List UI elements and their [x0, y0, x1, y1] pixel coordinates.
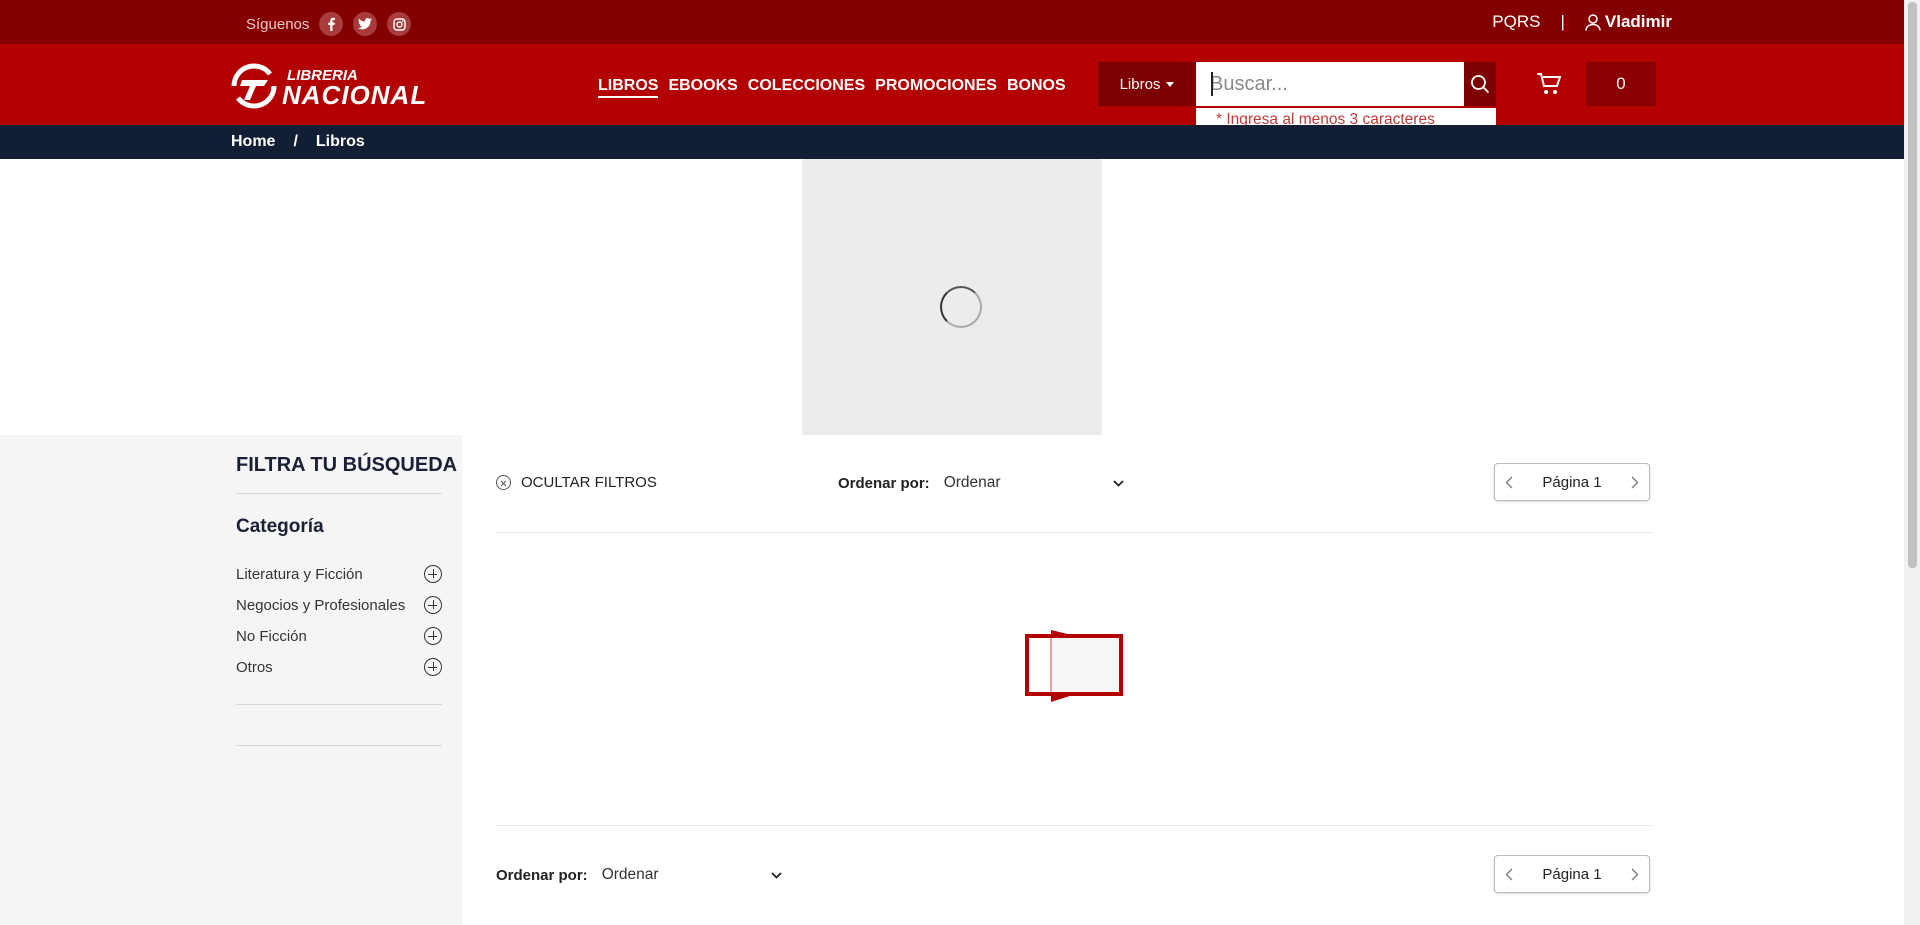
- divider: [236, 704, 442, 705]
- sort-select[interactable]: Ordenar: [602, 866, 782, 884]
- chevron-down-icon: [1113, 479, 1124, 487]
- search-input[interactable]: [1196, 62, 1464, 106]
- user-menu[interactable]: Vladimir: [1585, 12, 1672, 32]
- top-right-links: PQRS | Vladimir: [1492, 12, 1672, 32]
- breadcrumb-current: Libros: [315, 133, 365, 150]
- top-separator: |: [1560, 12, 1565, 31]
- sort-label: Ordenar por:: [838, 474, 930, 492]
- filter-sidebar: FILTRA TU BÚSQUEDA Categoría Literatura …: [0, 435, 462, 925]
- instagram-icon[interactable]: [387, 12, 412, 36]
- nav-libros[interactable]: LIBROS: [598, 77, 659, 98]
- logo[interactable]: LIBRERIA NACIONAL: [230, 62, 435, 110]
- breadcrumb-home[interactable]: Home: [231, 133, 275, 151]
- expand-plus-icon[interactable]: [424, 565, 442, 583]
- category-label: Negocios y Profesionales: [236, 596, 406, 614]
- filter-title: FILTRA TU BÚSQUEDA: [236, 454, 458, 476]
- expand-plus-icon[interactable]: [424, 658, 442, 676]
- sort-label: Ordenar por:: [496, 866, 588, 884]
- cart-button[interactable]: 0: [1512, 62, 1656, 106]
- book-loader-icon: [1025, 630, 1123, 702]
- chevron-left-icon[interactable]: [1505, 476, 1513, 489]
- nav-colecciones[interactable]: COLECCIONES: [748, 77, 865, 98]
- page-indicator: Página 1: [1542, 865, 1602, 883]
- hide-filters-button[interactable]: OCULTAR FILTROS: [496, 474, 657, 491]
- category-item[interactable]: Literatura y Ficción: [236, 565, 442, 583]
- chevron-left-icon[interactable]: [1505, 868, 1513, 881]
- nav-bonos[interactable]: BONOS: [1007, 77, 1066, 98]
- sort-control-bottom: Ordenar por: Ordenar: [496, 866, 782, 884]
- category-item[interactable]: Otros: [236, 658, 442, 676]
- cart-icon: [1537, 73, 1562, 94]
- expand-plus-icon[interactable]: [424, 627, 442, 645]
- scrollbar-thumb[interactable]: [1908, 2, 1917, 568]
- divider: [236, 745, 442, 746]
- banner-placeholder: [802, 159, 1102, 435]
- pqrs-link[interactable]: PQRS: [1492, 12, 1540, 32]
- user-icon: [1585, 13, 1601, 31]
- breadcrumb-separator: /: [293, 133, 298, 150]
- category-item[interactable]: Negocios y Profesionales: [236, 596, 442, 614]
- twitter-icon[interactable]: [353, 12, 378, 36]
- logo-emblem-icon: [231, 63, 277, 109]
- top-bar: Síguenos PQRS | Vladimir: [0, 0, 1904, 44]
- sort-select[interactable]: Ordenar: [944, 474, 1124, 492]
- nav-promociones[interactable]: PROMOCIONES: [875, 77, 997, 98]
- category-label: No Ficción: [236, 627, 307, 645]
- page-scrollbar[interactable]: [1904, 0, 1920, 925]
- logo-text-bottom: NACIONAL: [282, 80, 427, 110]
- text-caret: [1211, 72, 1213, 96]
- search-button[interactable]: [1464, 62, 1496, 106]
- cart-count: 0: [1586, 62, 1656, 106]
- page-indicator: Página 1: [1542, 473, 1602, 491]
- cart-icon-wrap: [1512, 62, 1586, 106]
- divider: [496, 532, 1652, 533]
- category-label: Otros: [236, 658, 273, 676]
- page: Síguenos PQRS | Vladimir LIBRERIA NACION…: [0, 0, 1920, 925]
- loading-spinner-icon: [940, 286, 982, 328]
- sort-control-top: Ordenar por: Ordenar: [838, 474, 1124, 492]
- social-follow: Síguenos: [246, 12, 412, 36]
- main-header: LIBRERIA NACIONAL LIBROS EBOOKS COLECCIO…: [0, 44, 1904, 125]
- category-label: Literatura y Ficción: [236, 565, 363, 583]
- sort-value: Ordenar: [601, 866, 659, 883]
- divider: [236, 493, 442, 494]
- search-icon: [1471, 75, 1490, 94]
- close-circle-icon: [496, 475, 511, 490]
- caret-down-icon: [1166, 81, 1175, 87]
- chevron-right-icon[interactable]: [1631, 476, 1639, 489]
- expand-plus-icon[interactable]: [424, 596, 442, 614]
- chevron-down-icon: [771, 871, 782, 879]
- pagination-top: Página 1: [1494, 463, 1650, 501]
- follow-label: Síguenos: [246, 15, 310, 33]
- divider: [496, 825, 1652, 826]
- category-title: Categoría: [236, 516, 324, 537]
- main-nav: LIBROS EBOOKS COLECCIONES PROMOCIONES BO…: [598, 77, 1066, 98]
- nav-ebooks[interactable]: EBOOKS: [668, 77, 737, 98]
- facebook-icon[interactable]: [319, 12, 344, 36]
- breadcrumb: Home / Libros: [0, 125, 1904, 159]
- user-name: Vladimir: [1604, 12, 1672, 31]
- search-category-label: Libros: [1119, 75, 1161, 93]
- category-item[interactable]: No Ficción: [236, 627, 442, 645]
- search-category-dropdown[interactable]: Libros: [1098, 62, 1196, 106]
- chevron-right-icon[interactable]: [1631, 868, 1639, 881]
- sort-value: Ordenar: [943, 474, 1001, 491]
- hide-filters-label: OCULTAR FILTROS: [521, 474, 657, 491]
- pagination-bottom: Página 1: [1494, 855, 1650, 893]
